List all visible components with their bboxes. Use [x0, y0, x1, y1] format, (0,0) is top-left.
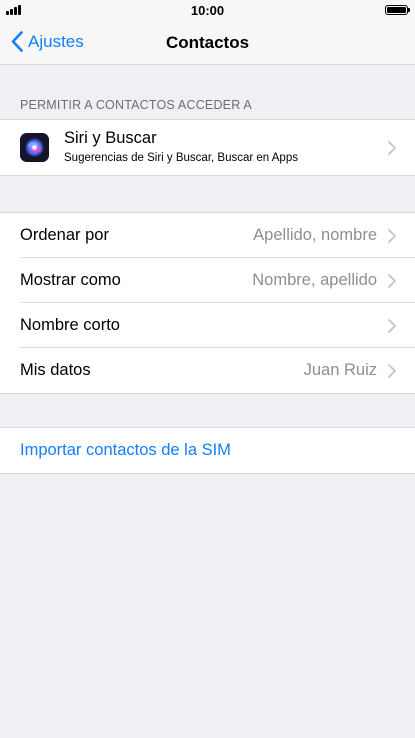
chevron-right-icon [388, 140, 396, 155]
page-title: Contactos [165, 33, 250, 52]
status-time: 10:00 [190, 3, 225, 18]
sort-order-value: Apellido, nombre [253, 226, 377, 244]
my-info-label: Mis datos [20, 361, 91, 379]
display-order-value: Nombre, apellido [252, 271, 377, 289]
section-header-allow-access: PERMITIR A CONTACTOS ACCEDER A [20, 98, 252, 112]
my-info-row[interactable]: Mis datos Juan Ruiz [0, 348, 415, 393]
battery-icon [385, 5, 410, 15]
import-sim-contacts-row[interactable]: Importar contactos de la SIM [0, 428, 415, 473]
chevron-right-icon [388, 318, 396, 333]
siri-search-row[interactable]: Siri y Buscar Sugerencias de Siri y Busc… [0, 120, 415, 175]
display-order-row[interactable]: Mostrar como Nombre, apellido [0, 258, 415, 303]
import-group: Importar contactos de la SIM [0, 427, 415, 474]
display-order-label: Mostrar como [20, 271, 121, 289]
navigation-bar: Ajustes Contactos [0, 20, 415, 65]
siri-search-subtitle: Sugerencias de Siri y Buscar, Buscar en … [64, 152, 298, 164]
allow-access-group: Siri y Buscar Sugerencias de Siri y Busc… [0, 119, 415, 176]
chevron-right-icon [388, 273, 396, 288]
siri-search-title: Siri y Buscar [64, 129, 157, 147]
sort-order-label: Ordenar por [20, 226, 109, 244]
chevron-right-icon [388, 363, 396, 378]
siri-icon [20, 133, 49, 162]
sort-order-row[interactable]: Ordenar por Apellido, nombre [0, 213, 415, 258]
contacts-settings-group: Ordenar por Apellido, nombre Mostrar com… [0, 212, 415, 394]
my-info-value: Juan Ruiz [303, 361, 377, 379]
chevron-right-icon [388, 228, 396, 243]
status-bar: 10:00 [0, 0, 415, 20]
import-sim-contacts-button[interactable]: Importar contactos de la SIM [20, 441, 231, 460]
short-name-row[interactable]: Nombre corto [0, 303, 415, 348]
short-name-label: Nombre corto [20, 316, 120, 334]
